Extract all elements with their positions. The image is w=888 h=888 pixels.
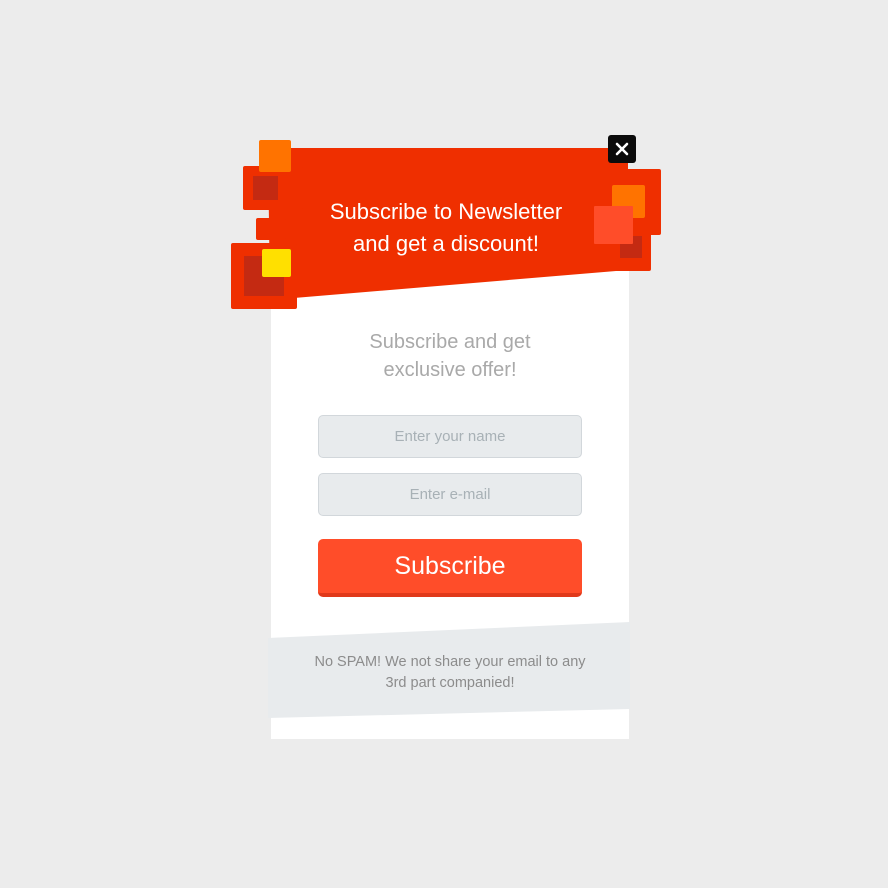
spam-notice-line2: 3rd part companied!	[385, 675, 515, 691]
deco-square-right-3	[620, 236, 642, 258]
deco-square-right-orange	[612, 185, 645, 218]
subscribe-button[interactable]: Subscribe	[318, 539, 582, 597]
banner-title: Subscribe to Newsletter and get a discou…	[296, 196, 596, 260]
spam-notice-line1: No SPAM! We not share your email to any	[314, 654, 586, 670]
close-button[interactable]	[608, 135, 636, 163]
deco-square-right-2	[596, 230, 651, 271]
spam-notice: No SPAM! We not share your email to any …	[296, 652, 604, 694]
deco-square-left-2	[256, 218, 286, 240]
close-icon	[615, 142, 629, 156]
name-field[interactable]	[318, 415, 582, 458]
banner-title-line2: and get a discount!	[353, 231, 539, 256]
deco-square-right-1	[609, 169, 661, 235]
subheading-line1: Subscribe and get	[369, 331, 531, 353]
deco-square-left-1	[243, 166, 303, 210]
email-field[interactable]	[318, 473, 582, 516]
subheading-line2: exclusive offer!	[383, 359, 517, 381]
subheading: Subscribe and get exclusive offer!	[271, 328, 629, 384]
banner-title-line1: Subscribe to Newsletter	[329, 199, 563, 224]
popup-stage: Subscribe to Newsletter and get a discou…	[0, 0, 888, 888]
deco-square-left-orange	[259, 140, 291, 172]
deco-square-left-4	[253, 176, 278, 200]
deco-square-right-coral	[594, 206, 633, 244]
